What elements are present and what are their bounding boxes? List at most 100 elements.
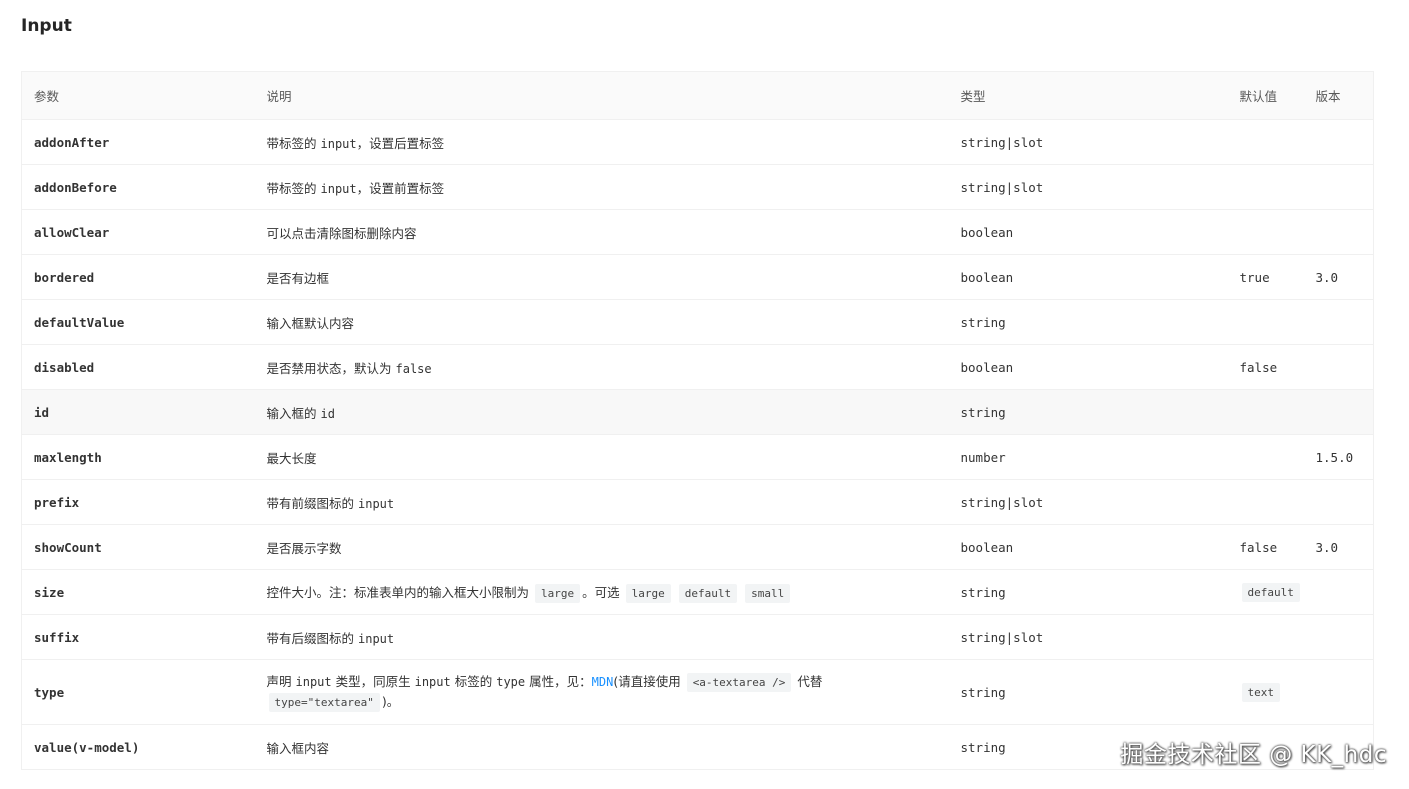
type-cell: string: [948, 659, 1230, 725]
type-cell: string|slot: [948, 479, 1230, 525]
type-cell: string: [948, 389, 1230, 435]
version-cell: 3.0: [1311, 254, 1374, 300]
table-row: maxlength 最大长度 number 1.5.0: [21, 434, 1374, 480]
default-cell: [1229, 479, 1312, 525]
desc-code: input: [320, 181, 357, 196]
version-cell: [1311, 164, 1374, 210]
default-cell: default: [1229, 569, 1312, 615]
desc-cell: 带标签的 input，设置后置标签: [254, 119, 949, 165]
desc-cell: 输入框的 id: [254, 389, 949, 435]
table-row: disabled 是否禁用状态，默认为 false boolean false: [21, 344, 1374, 390]
param-cell: type: [21, 659, 255, 725]
table-row: size 控件大小。注：标准表单内的输入框大小限制为 large 。可选 larg…: [21, 569, 1374, 615]
desc-cell: 是否展示字数: [254, 524, 949, 570]
version-cell: [1311, 659, 1374, 725]
desc-cell: 是否有边框: [254, 254, 949, 300]
desc-cell: 最大长度: [254, 434, 949, 480]
default-cell: [1229, 299, 1312, 345]
desc-text: 类型，同原生: [335, 674, 411, 689]
desc-text: 。可选: [582, 584, 620, 600]
code-tag: <a-textarea />: [686, 673, 792, 692]
header-default: 默认值: [1229, 71, 1312, 120]
param-cell: disabled: [21, 344, 255, 390]
version-cell: [1311, 569, 1374, 615]
desc-cell: 输入框默认内容: [254, 299, 949, 345]
type-cell: boolean: [948, 209, 1230, 255]
version-cell: 3.0: [1311, 524, 1374, 570]
param-cell: maxlength: [21, 434, 255, 480]
desc-cell: 带有前缀图标的 input: [254, 479, 949, 525]
table-row: defaultValue 输入框默认内容 string: [21, 299, 1374, 345]
table-row: bordered 是否有边框 boolean true 3.0: [21, 254, 1374, 300]
desc-text: ，设置前置标签: [356, 180, 445, 196]
default-cell: [1229, 119, 1312, 165]
desc-code: false: [395, 361, 432, 376]
version-cell: [1311, 344, 1374, 390]
table-row: suffix 带有后缀图标的 input string|slot: [21, 614, 1374, 660]
desc-cell: 声明 input 类型，同原生 input 标签的 type 属性，见：MDN(…: [254, 659, 949, 725]
header-type: 类型: [948, 71, 1230, 120]
header-param: 参数: [21, 71, 255, 120]
type-cell: string|slot: [948, 164, 1230, 210]
param-cell: addonBefore: [21, 164, 255, 210]
table-row: showCount 是否展示字数 boolean false 3.0: [21, 524, 1374, 570]
default-cell: [1229, 434, 1312, 480]
desc-cell: 可以点击清除图标删除内容: [254, 209, 949, 255]
desc-text: 带有前缀图标的: [266, 495, 355, 511]
desc-text: )。: [381, 694, 400, 709]
desc-text: 带标签的: [266, 180, 317, 196]
watermark: 掘金技术社区 @ KK_hdc: [1120, 742, 1387, 768]
default-cell: [1229, 614, 1312, 660]
param-cell: suffix: [21, 614, 255, 660]
mdn-link[interactable]: MDN: [592, 675, 614, 689]
page-title: Input: [21, 16, 72, 36]
desc-code: id: [320, 406, 335, 421]
desc-cell: 带标签的 input，设置前置标签: [254, 164, 949, 210]
code-tag: small: [745, 583, 791, 603]
desc-code: input: [414, 675, 451, 689]
header-desc: 说明: [254, 71, 949, 120]
table-row: allowClear 可以点击清除图标删除内容 boolean: [21, 209, 1374, 255]
desc-text: 是否禁用状态，默认为: [266, 360, 392, 376]
param-cell: addonAfter: [21, 119, 255, 165]
desc-text: 声明: [266, 674, 292, 689]
default-cell: true: [1229, 254, 1312, 300]
code-tag: type="textarea": [268, 693, 380, 712]
type-cell: string|slot: [948, 119, 1230, 165]
desc-text: 标签的: [454, 674, 493, 689]
version-cell: [1311, 389, 1374, 435]
table-row: prefix 带有前缀图标的 input string|slot: [21, 479, 1374, 525]
desc-cell: 控件大小。注：标准表单内的输入框大小限制为 large 。可选 large def…: [254, 569, 949, 615]
header-version: 版本: [1311, 71, 1374, 120]
param-cell: size: [21, 569, 255, 615]
desc-text: 控件大小。注：标准表单内的输入框大小限制为: [266, 584, 530, 600]
type-cell: number: [948, 434, 1230, 480]
default-cell: false: [1229, 524, 1312, 570]
desc-code: input: [320, 136, 357, 151]
desc-code: input: [358, 631, 395, 646]
param-cell: bordered: [21, 254, 255, 300]
default-cell: text: [1229, 659, 1312, 725]
default-cell: [1229, 389, 1312, 435]
desc-text: 带有后缀图标的: [266, 630, 355, 646]
desc-text: (请直接使用: [613, 674, 681, 689]
table-row: addonBefore 带标签的 input，设置前置标签 string|slo…: [21, 164, 1374, 210]
table-row: id 输入框的 id string: [21, 389, 1374, 435]
param-cell: allowClear: [21, 209, 255, 255]
default-cell: false: [1229, 344, 1312, 390]
param-cell: defaultValue: [21, 299, 255, 345]
desc-text: 输入框的: [266, 405, 317, 421]
version-cell: 1.5.0: [1311, 434, 1374, 480]
param-cell: prefix: [21, 479, 255, 525]
param-cell: value(v-model): [21, 724, 255, 770]
version-cell: [1311, 479, 1374, 525]
type-cell: string: [948, 299, 1230, 345]
version-cell: [1311, 209, 1374, 255]
type-cell: string|slot: [948, 614, 1230, 660]
desc-code: input: [358, 496, 395, 511]
desc-code: type: [496, 675, 526, 689]
desc-cell: 带有后缀图标的 input: [254, 614, 949, 660]
version-cell: [1311, 119, 1374, 165]
type-cell: boolean: [948, 524, 1230, 570]
type-cell: string: [948, 569, 1230, 615]
